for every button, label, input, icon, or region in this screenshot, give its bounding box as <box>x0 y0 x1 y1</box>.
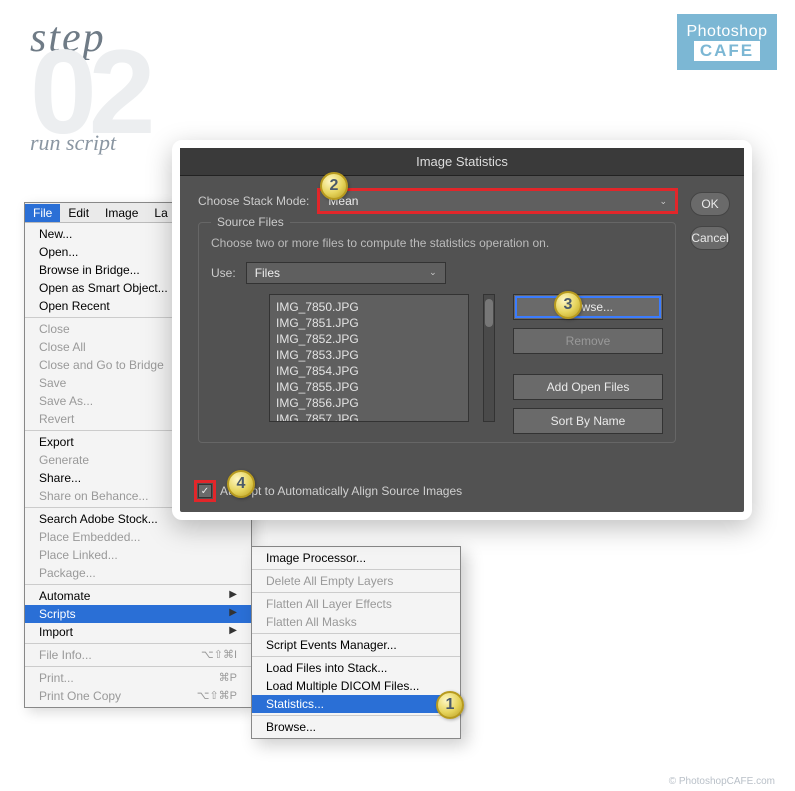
menu-item[interactable]: Image Processor... <box>252 549 460 567</box>
footer-credit: © PhotoshopCAFE.com <box>669 776 775 787</box>
file-item[interactable]: IMG_7852.JPG <box>276 331 462 347</box>
step-number: 02 <box>30 44 147 140</box>
scripts-submenu: Image Processor... Delete All Empty Layer… <box>251 546 461 739</box>
auto-align-checkbox[interactable]: ✓ <box>198 484 212 498</box>
browse-button[interactable]: Browse... <box>513 294 663 320</box>
source-files-group: Source Files Choose two or more files to… <box>198 222 676 443</box>
scrollbar[interactable] <box>483 294 495 422</box>
file-item[interactable]: IMG_7855.JPG <box>276 379 462 395</box>
use-label: Use: <box>211 266 236 280</box>
use-value: Files <box>255 266 280 280</box>
image-statistics-dialog: Image Statistics Choose Stack Mode: Mean… <box>172 140 752 520</box>
file-list[interactable]: IMG_7850.JPGIMG_7851.JPGIMG_7852.JPGIMG_… <box>269 294 469 422</box>
file-item[interactable]: IMG_7857.JPG <box>276 411 462 422</box>
tab-image[interactable]: Image <box>97 204 146 222</box>
menu-item: Print One Copy⌥⇧⌘P <box>25 687 251 705</box>
menu-item[interactable]: Load Multiple DICOM Files... <box>252 677 460 695</box>
logo-bottom: CAFE <box>694 41 760 61</box>
step-header: step 02 run script <box>30 14 147 156</box>
menu-item: Print...⌘P <box>25 669 251 687</box>
menu-item: File Info...⌥⇧⌘I <box>25 646 251 664</box>
menu-item: Package... <box>25 564 251 582</box>
auto-align-label: Attempt to Automatically Align Source Im… <box>220 484 462 498</box>
menu-item[interactable]: Statistics... <box>252 695 460 713</box>
menu-item: Delete All Empty Layers <box>252 572 460 590</box>
hint-text: Choose two or more files to compute the … <box>211 235 663 252</box>
file-item[interactable]: IMG_7854.JPG <box>276 363 462 379</box>
tab-file[interactable]: File <box>25 204 60 222</box>
group-title: Source Files <box>211 215 290 229</box>
logo-top: Photoshop <box>686 23 767 41</box>
badge-4: 4 <box>227 470 255 498</box>
chevron-down-icon: ⌄ <box>429 267 437 278</box>
add-open-files-button[interactable]: Add Open Files <box>513 374 663 400</box>
menu-item: Flatten All Masks <box>252 613 460 631</box>
stack-mode-label: Choose Stack Mode: <box>198 194 309 208</box>
file-item[interactable]: IMG_7850.JPG <box>276 299 462 315</box>
use-dropdown[interactable]: Files ⌄ <box>246 262 446 284</box>
file-item[interactable]: IMG_7856.JPG <box>276 395 462 411</box>
file-item[interactable]: IMG_7851.JPG <box>276 315 462 331</box>
remove-button[interactable]: Remove <box>513 328 663 354</box>
chevron-down-icon: ⌄ <box>659 196 667 207</box>
badge-3: 3 <box>554 291 582 319</box>
badge-2: 2 <box>320 172 348 200</box>
menu-item[interactable]: Load Files into Stack... <box>252 659 460 677</box>
menu-item: Place Linked... <box>25 546 251 564</box>
file-item[interactable]: IMG_7853.JPG <box>276 347 462 363</box>
cancel-button[interactable]: Cancel <box>690 226 730 250</box>
stack-mode-dropdown[interactable]: Mean ⌄ <box>319 190 676 212</box>
menu-item[interactable]: Browse... <box>252 718 460 736</box>
badge-1: 1 <box>436 691 464 719</box>
tab-edit[interactable]: Edit <box>60 204 97 222</box>
menu-item[interactable]: Script Events Manager... <box>252 636 460 654</box>
menu-item: Place Embedded... <box>25 528 251 546</box>
menu-item[interactable]: Import▶ <box>25 623 251 641</box>
menu-item: Flatten All Layer Effects <box>252 595 460 613</box>
dialog-title: Image Statistics <box>180 148 744 176</box>
ok-button[interactable]: OK <box>690 192 730 216</box>
brand-logo: Photoshop CAFE <box>677 14 777 70</box>
sort-by-name-button[interactable]: Sort By Name <box>513 408 663 434</box>
menu-item[interactable]: Scripts▶ <box>25 605 251 623</box>
menu-item[interactable]: Automate▶ <box>25 587 251 605</box>
